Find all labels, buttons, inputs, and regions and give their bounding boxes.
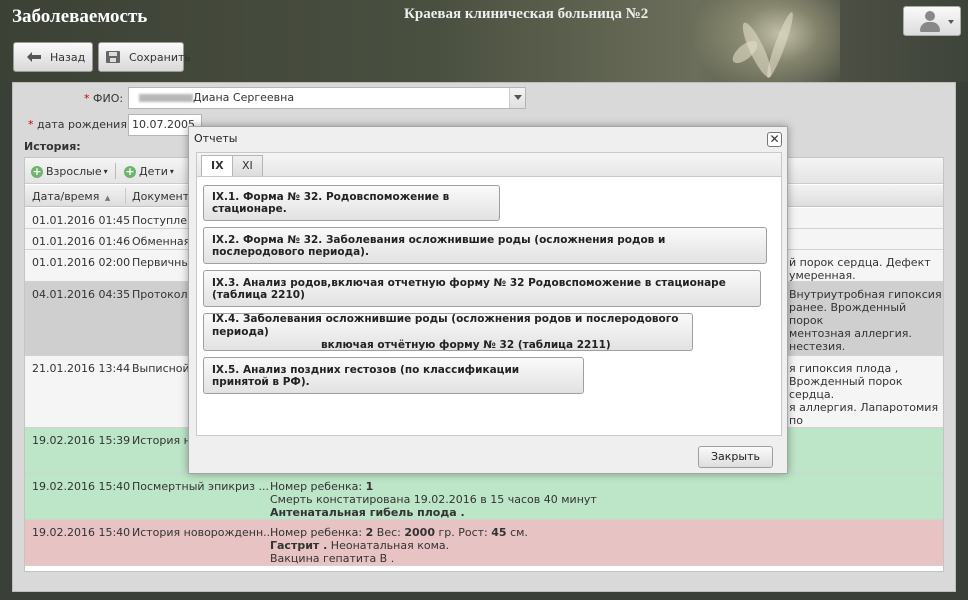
report-ix4-button[interactable]: IX.4. Заболевания осложнившие роды (осло… — [203, 313, 693, 351]
tab-ix[interactable]: IX — [201, 155, 234, 178]
modal-overlay: Отчеты ✕ IX XI IX.1. Форма № 32. Родовсп… — [0, 0, 968, 600]
tab-xi[interactable]: XI — [232, 155, 263, 177]
close-icon[interactable]: ✕ — [767, 132, 782, 147]
reports-dialog: Отчеты ✕ IX XI IX.1. Форма № 32. Родовсп… — [188, 126, 788, 474]
report-tabs: IX XI — [196, 152, 782, 178]
report-ix5-button[interactable]: IX.5. Анализ поздних гестозов (по класси… — [203, 357, 584, 394]
close-button[interactable]: Закрыть — [698, 446, 773, 468]
report-ix4-line1: IX.4. Заболевания осложнившие роды (осло… — [212, 312, 679, 338]
tab-content: IX.1. Форма № 32. Родовспоможение в стац… — [196, 176, 782, 436]
dialog-title: Отчеты — [194, 132, 238, 145]
report-ix3-button[interactable]: IX.3. Анализ родов,включая отчетную форм… — [203, 270, 761, 307]
report-ix1-button[interactable]: IX.1. Форма № 32. Родовспоможение в стац… — [203, 185, 500, 221]
report-ix4-line2: включая отчётную форму № 32 (таблица 221… — [321, 338, 611, 351]
report-ix2-button[interactable]: IX.2. Форма № 32. Заболевания осложнивши… — [203, 227, 767, 264]
